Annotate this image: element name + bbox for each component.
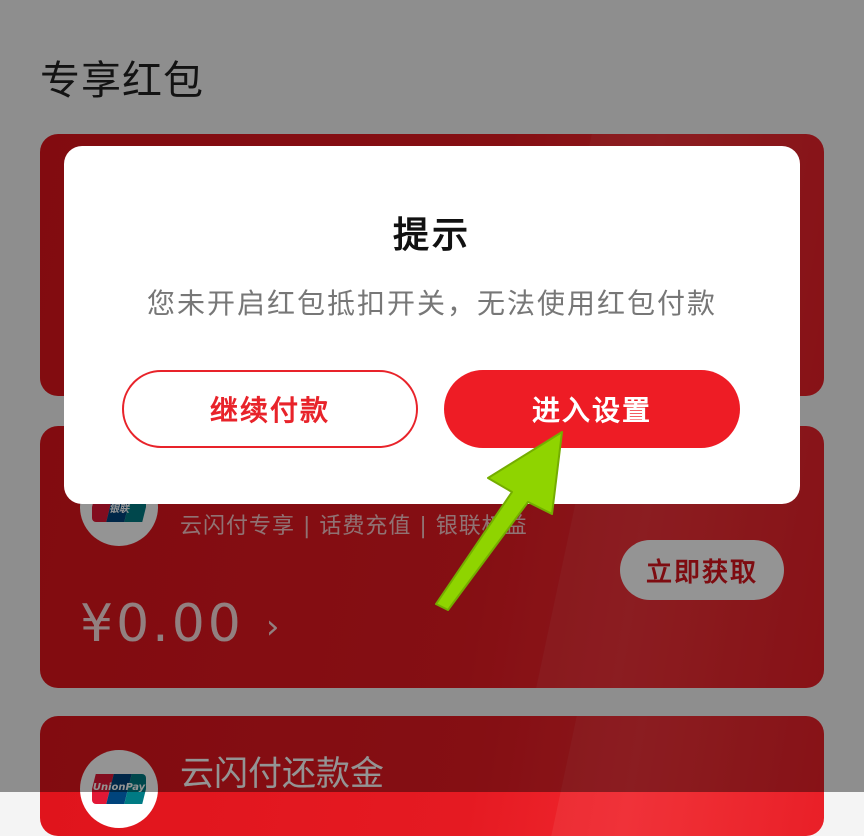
enter-settings-button[interactable]: 进入设置 bbox=[444, 370, 740, 448]
continue-payment-button[interactable]: 继续付款 bbox=[122, 370, 418, 448]
dialog-message: 您未开启红包抵扣开关，无法使用红包付款 bbox=[146, 287, 717, 320]
prompt-dialog: 提示 您未开启红包抵扣开关，无法使用红包付款 继续付款 进入设置 bbox=[64, 146, 800, 504]
dialog-title: 提示 bbox=[392, 215, 471, 256]
